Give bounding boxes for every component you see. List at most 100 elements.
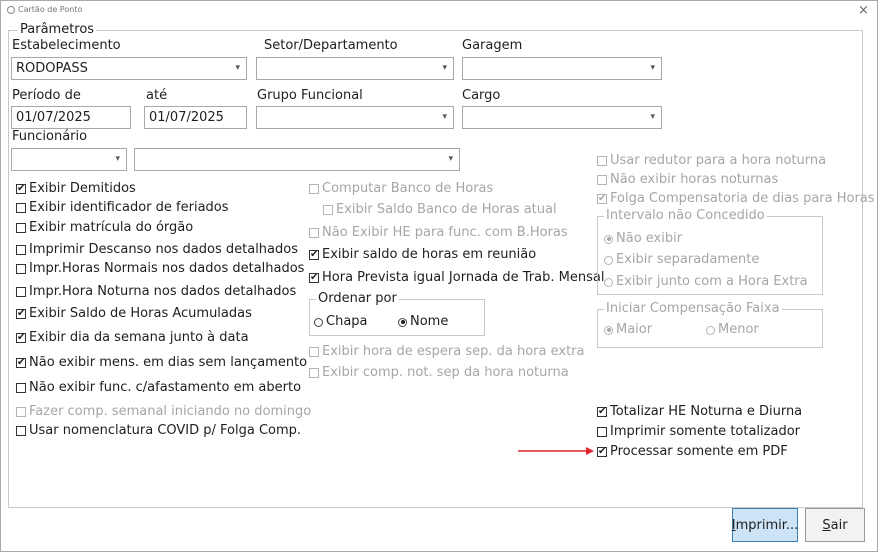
setor-select[interactable]: ▾	[256, 57, 454, 80]
option-horas-normais[interactable]: Impr.Horas Normais nos dados detalhados	[16, 261, 304, 277]
checkbox	[597, 175, 607, 185]
checkbox[interactable]	[16, 181, 26, 197]
grupo-funcional-label: Grupo Funcional	[257, 88, 363, 103]
setor-label: Setor/Departamento	[264, 38, 398, 53]
intervalo-legend: Intervalo não Concedido	[604, 208, 767, 223]
cargo-select[interactable]: ▾	[462, 106, 662, 129]
radio-button[interactable]	[398, 317, 407, 327]
checkbox[interactable]	[597, 427, 607, 437]
exit-button[interactable]: Sair	[805, 508, 865, 542]
option-matricula-orgao[interactable]: Exibir matrícula do órgão	[16, 220, 193, 236]
option-saldo-banco-atual: Exibir Saldo Banco de Horas atual	[323, 202, 557, 218]
checkbox[interactable]	[16, 203, 26, 213]
periodo-de-label: Período de	[12, 88, 81, 103]
chevron-down-icon: ▾	[650, 112, 655, 122]
radio-exibir-junto: Exibir junto com a Hora Extra	[604, 274, 808, 290]
radio-button[interactable]	[314, 317, 323, 327]
app-icon	[7, 5, 15, 14]
option-exibir-demitidos[interactable]: Exibir Demitidos	[16, 181, 136, 197]
option-afastamento-aberto[interactable]: Não exibir func. c/afastamento em aberto	[16, 380, 301, 396]
estabelecimento-label: Estabelecimento	[12, 38, 121, 53]
option-somente-totalizador[interactable]: Imprimir somente totalizador	[597, 424, 800, 440]
cargo-label: Cargo	[462, 88, 501, 103]
checkbox[interactable]	[16, 383, 26, 393]
print-label: mprimir...	[735, 517, 799, 533]
checkbox[interactable]	[16, 287, 26, 297]
option-identificador-feriados[interactable]: Exibir identificador de feriados	[16, 200, 229, 216]
compensacao-legend: Iniciar Compensação Faixa	[604, 301, 782, 316]
estabelecimento-value: RODOPASS	[16, 61, 88, 76]
chevron-down-icon: ▾	[235, 63, 240, 73]
exit-mnemonic: S	[822, 517, 831, 533]
option-hora-prevista[interactable]: Hora Prevista igual Jornada de Trab. Men…	[309, 270, 604, 286]
checkbox	[16, 407, 26, 417]
garagem-select[interactable]: ▾	[462, 57, 662, 80]
option-dia-semana[interactable]: Exibir dia da semana junto à data	[16, 330, 249, 346]
funcionario-code-select[interactable]: ▾	[11, 148, 127, 171]
radio-button	[604, 277, 613, 287]
option-computar-banco: Computar Banco de Horas	[309, 181, 493, 197]
radio-chapa[interactable]: Chapa	[314, 314, 368, 330]
periodo-ate-input[interactable]: 01/07/2025	[144, 106, 247, 129]
option-nao-exibir-he: Não Exibir HE para func. com B.Horas	[309, 225, 568, 241]
ordenar-por-legend: Ordenar por	[316, 291, 399, 306]
estabelecimento-select[interactable]: RODOPASS ▾	[11, 57, 247, 80]
parametros-legend: Parâmetros	[18, 22, 97, 37]
radio-button	[604, 255, 613, 265]
option-comp-semanal: Fazer comp. semanal iniciando no domingo	[16, 404, 311, 420]
radio-menor: Menor	[706, 322, 759, 338]
radio-button	[706, 325, 715, 335]
chevron-down-icon: ▾	[442, 63, 447, 73]
checkbox	[323, 205, 333, 215]
checkbox[interactable]	[16, 426, 26, 436]
close-icon[interactable]: ×	[858, 3, 869, 18]
chevron-down-icon: ▾	[650, 63, 655, 73]
checkbox	[309, 184, 319, 194]
periodo-de-input[interactable]: 01/07/2025	[11, 106, 131, 129]
exit-label: air	[830, 517, 848, 533]
checkbox[interactable]	[16, 330, 26, 346]
checkbox[interactable]	[16, 264, 26, 274]
checkbox[interactable]	[309, 270, 319, 286]
window-title: Cartão de Ponto	[18, 5, 83, 14]
funcionario-label: Funcionário	[12, 129, 88, 144]
option-totalizar-he[interactable]: Totalizar HE Noturna e Diurna	[597, 404, 802, 420]
radio-nao-exibir: Não exibir	[604, 231, 682, 247]
radio-maior: Maior	[604, 322, 652, 338]
funcionario-name-select[interactable]: ▾	[134, 148, 460, 171]
checkbox[interactable]	[597, 444, 607, 460]
option-nomenclatura-covid[interactable]: Usar nomenclatura COVID p/ Folga Comp.	[16, 423, 301, 439]
chevron-down-icon: ▾	[442, 112, 447, 122]
checkbox[interactable]	[16, 306, 26, 322]
option-imprimir-descanso[interactable]: Imprimir Descanso nos dados detalhados	[16, 242, 298, 258]
window-title-bar: Cartão de Ponto	[7, 5, 82, 14]
chevron-down-icon: ▾	[448, 154, 453, 164]
option-comp-noturna: Exibir comp. not. sep da hora noturna	[309, 365, 569, 381]
option-hora-espera: Exibir hora de espera sep. da hora extra	[309, 344, 585, 360]
checkbox[interactable]	[597, 404, 607, 420]
checkbox	[309, 368, 319, 378]
checkbox[interactable]	[16, 223, 26, 233]
option-saldo-horas[interactable]: Exibir Saldo de Horas Acumuladas	[16, 306, 252, 322]
print-button[interactable]: Imprimir...	[732, 508, 798, 542]
checkbox[interactable]	[16, 245, 26, 255]
checkbox	[597, 191, 607, 207]
radio-nome[interactable]: Nome	[398, 314, 448, 330]
option-somente-pdf[interactable]: Processar somente em PDF	[597, 444, 788, 460]
periodo-ate-label: até	[146, 88, 168, 103]
option-redutor-noturna: Usar redutor para a hora noturna	[597, 153, 826, 169]
radio-button	[604, 325, 613, 335]
option-nao-exibir-noturnas: Não exibir horas noturnas	[597, 172, 778, 188]
option-folga-compensatoria: Folga Compensatoria de dias para Horas	[597, 191, 875, 207]
radio-button	[604, 234, 613, 244]
checkbox	[309, 228, 319, 238]
option-saldo-reuniao[interactable]: Exibir saldo de horas em reunião	[309, 247, 536, 263]
option-hora-noturna[interactable]: Impr.Hora Noturna nos dados detalhados	[16, 284, 296, 300]
chevron-down-icon: ▾	[115, 154, 120, 164]
checkbox[interactable]	[309, 247, 319, 263]
checkbox	[597, 156, 607, 166]
checkbox	[309, 347, 319, 357]
grupo-funcional-select[interactable]: ▾	[256, 106, 454, 129]
checkbox[interactable]	[16, 355, 26, 371]
option-nao-exibir-mens[interactable]: Não exibir mens. em dias sem lançamento	[16, 355, 307, 371]
